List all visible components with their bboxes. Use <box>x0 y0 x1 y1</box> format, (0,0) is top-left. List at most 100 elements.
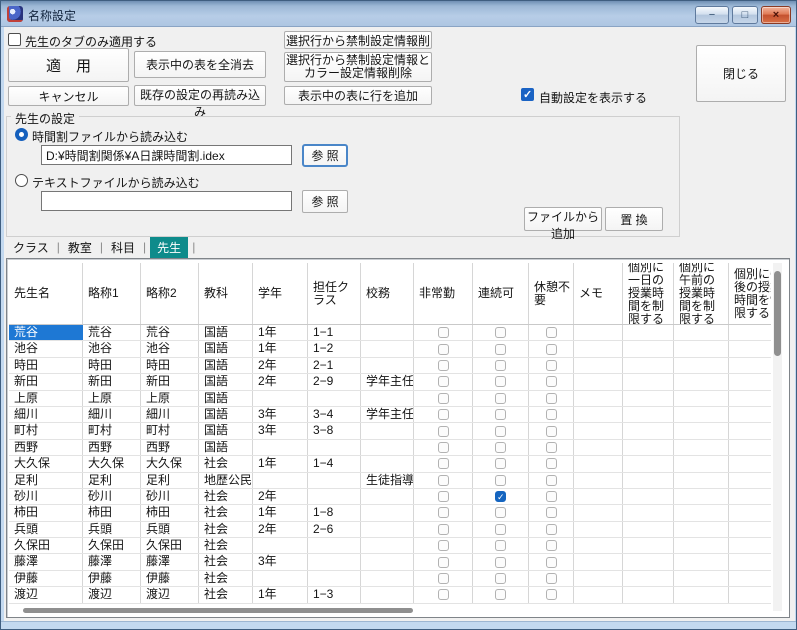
maximize-button[interactable]: □ <box>732 6 758 24</box>
table-cell[interactable] <box>414 488 473 505</box>
table-cell[interactable]: 兵頭 <box>9 521 83 538</box>
row-checkbox[interactable] <box>545 376 557 388</box>
text-file-radio[interactable] <box>15 174 28 187</box>
row-checkbox[interactable] <box>495 441 506 453</box>
row-checkbox[interactable] <box>495 458 506 470</box>
row-checkbox[interactable] <box>545 343 557 355</box>
table-cell[interactable] <box>529 374 574 390</box>
table-cell[interactable]: 学年主任 <box>361 374 414 390</box>
row-checkbox[interactable] <box>437 523 449 535</box>
table-cell[interactable] <box>414 406 473 423</box>
row-checkbox[interactable] <box>437 409 449 421</box>
browse-timetable-button[interactable]: 参 照 <box>302 144 348 167</box>
table-cell[interactable] <box>361 521 414 538</box>
row-checkbox[interactable] <box>545 540 557 552</box>
table-cell[interactable] <box>623 423 674 439</box>
table-cell[interactable] <box>308 390 361 406</box>
table-cell[interactable]: 藤澤 <box>141 554 199 570</box>
table-cell[interactable] <box>529 488 574 505</box>
table-cell[interactable]: 1年 <box>253 325 308 341</box>
table-cell[interactable] <box>473 505 529 521</box>
table-cell[interactable]: 上原 <box>141 390 199 406</box>
row-checkbox[interactable] <box>495 327 506 339</box>
row-checkbox[interactable] <box>545 327 557 339</box>
table-cell[interactable] <box>473 538 529 554</box>
table-cell[interactable] <box>574 439 623 456</box>
table-cell[interactable] <box>729 473 771 488</box>
table-cell[interactable] <box>574 472 623 488</box>
table-cell[interactable] <box>674 406 729 423</box>
table-cell[interactable] <box>623 488 674 505</box>
table-cell[interactable]: 西野 <box>83 439 141 456</box>
cancel-button[interactable]: キャンセル <box>8 86 129 106</box>
row-checkbox[interactable] <box>545 523 557 535</box>
table-cell[interactable] <box>529 406 574 423</box>
table-cell[interactable] <box>308 554 361 570</box>
table-cell[interactable]: 3年 <box>253 554 308 570</box>
table-cell[interactable]: 学年主任 <box>361 406 414 423</box>
table-cell[interactable] <box>361 488 414 505</box>
table-cell[interactable] <box>574 423 623 439</box>
table-cell[interactable]: 久保田 <box>9 538 83 554</box>
table-cell[interactable] <box>361 423 414 439</box>
table-cell[interactable] <box>529 538 574 554</box>
table-cell[interactable] <box>529 587 574 603</box>
row-checkbox[interactable] <box>495 556 506 568</box>
clear-table-button[interactable]: 表示中の表を全消去 <box>134 51 266 78</box>
table-cell[interactable] <box>414 472 473 488</box>
table-cell[interactable]: 2−9 <box>308 374 361 390</box>
table-cell[interactable] <box>529 456 574 472</box>
table-cell[interactable]: 社会 <box>199 570 253 587</box>
table-cell[interactable]: 大久保 <box>141 456 199 472</box>
table-cell[interactable]: 渡辺 <box>9 587 83 603</box>
row-checkbox[interactable] <box>495 507 506 519</box>
vertical-scrollbar-thumb[interactable] <box>774 271 781 356</box>
table-cell[interactable] <box>574 456 623 472</box>
row-checkbox[interactable] <box>437 441 449 453</box>
table-cell[interactable] <box>361 456 414 472</box>
row-checkbox[interactable] <box>437 359 449 371</box>
table-cell[interactable] <box>729 538 771 553</box>
table-cell[interactable]: 藤澤 <box>83 554 141 570</box>
row-checkbox[interactable] <box>437 343 449 355</box>
table-cell[interactable]: 社会 <box>199 587 253 603</box>
table-cell[interactable] <box>729 341 771 356</box>
table-cell[interactable] <box>729 374 771 389</box>
table-cell[interactable] <box>473 554 529 570</box>
timetable-path-input[interactable] <box>41 145 292 165</box>
column-header[interactable]: 教科 <box>199 263 253 324</box>
table-cell[interactable]: 細川 <box>141 406 199 423</box>
table-cell[interactable]: 1−3 <box>308 587 361 603</box>
tab-2[interactable]: 教室 <box>64 238 96 257</box>
table-cell[interactable] <box>574 570 623 587</box>
table-cell[interactable] <box>253 439 308 456</box>
table-cell[interactable] <box>729 571 771 586</box>
table-cell[interactable] <box>473 325 529 341</box>
row-checkbox[interactable] <box>495 540 506 552</box>
row-checkbox[interactable] <box>495 474 506 486</box>
table-cell[interactable] <box>473 439 529 456</box>
table-cell[interactable] <box>529 423 574 439</box>
table-cell[interactable]: 国語 <box>199 325 253 341</box>
table-cell[interactable]: 足利 <box>9 472 83 488</box>
table-cell[interactable] <box>253 538 308 554</box>
row-checkbox[interactable] <box>437 589 449 601</box>
table-cell[interactable] <box>473 488 529 505</box>
table-cell[interactable] <box>674 505 729 521</box>
row-checkbox[interactable] <box>495 523 506 535</box>
table-cell[interactable]: 久保田 <box>141 538 199 554</box>
table-cell[interactable] <box>361 587 414 603</box>
table-cell[interactable] <box>308 538 361 554</box>
table-cell[interactable] <box>529 325 574 341</box>
column-header[interactable]: 校務 <box>361 263 414 324</box>
row-checkbox[interactable] <box>495 490 506 504</box>
table-cell[interactable] <box>473 374 529 390</box>
table-cell[interactable]: 2−6 <box>308 521 361 538</box>
table-cell[interactable] <box>414 439 473 456</box>
column-header[interactable]: 個別に午後の授業時間を制限する <box>729 263 771 324</box>
table-cell[interactable]: 伊藤 <box>9 570 83 587</box>
title-bar[interactable]: 名称設定 − □ × <box>1 1 796 27</box>
table-cell[interactable] <box>674 538 729 554</box>
table-cell[interactable] <box>414 505 473 521</box>
table-cell[interactable] <box>361 325 414 341</box>
